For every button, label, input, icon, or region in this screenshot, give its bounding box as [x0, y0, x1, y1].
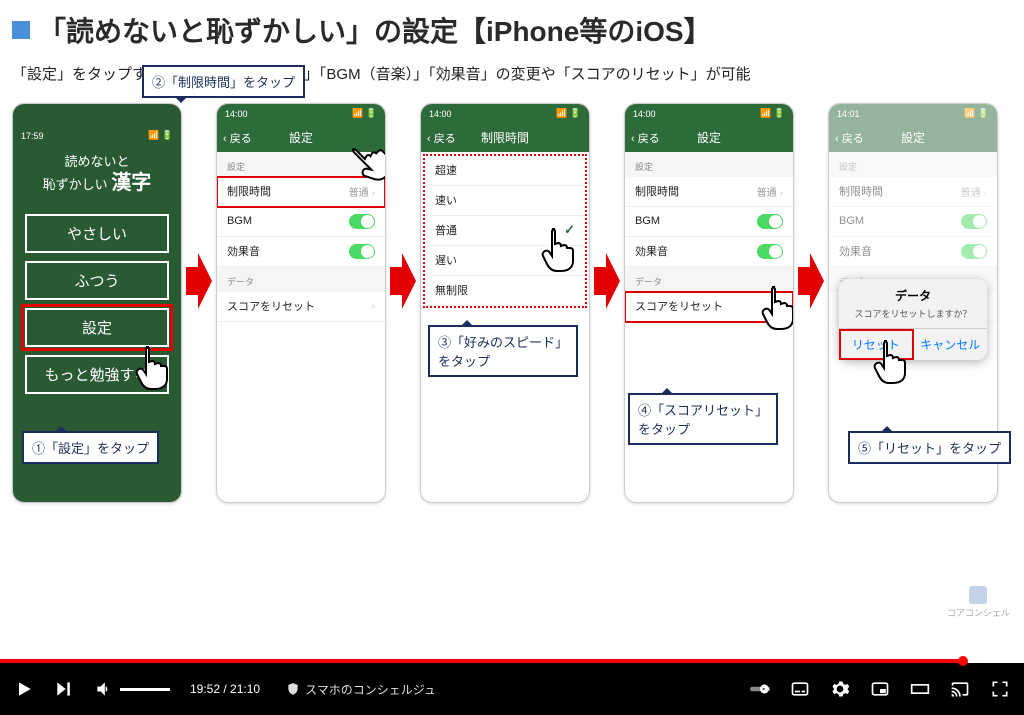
section-header: 設定 [625, 152, 793, 177]
time-limit-row[interactable]: 制限時間普通› [829, 177, 997, 207]
miniplayer-button[interactable] [870, 679, 890, 699]
theater-button[interactable] [910, 679, 930, 699]
volume-slider[interactable] [120, 688, 170, 691]
cast-button[interactable] [950, 679, 970, 699]
next-button[interactable] [54, 679, 74, 699]
arrow-icon [798, 253, 824, 309]
pointer-hand-icon [539, 224, 581, 274]
sfx-row[interactable]: 効果音 [217, 237, 385, 267]
reset-score-row[interactable]: スコアをリセット› [217, 292, 385, 322]
pointer-hand-icon [759, 282, 794, 332]
dialog-title: データ [839, 287, 987, 304]
phone-screen-2: 14:00📶 🔋 ‹ 戻る設定 設定 制限時間普通› BGM 効果音 データ ス… [216, 103, 386, 503]
status-icons: 📶 🔋 [760, 108, 785, 119]
status-icons: 📶 🔋 [556, 108, 581, 119]
phone-screen-3: 14:00📶 🔋 ‹ 戻る制限時間 超速 速い 普通✓ 遅い 無制限 [420, 103, 590, 503]
back-button[interactable]: ‹ 戻る [835, 130, 864, 146]
reset-dialog: データ スコアをリセットしますか？ リセット キャンセル [839, 279, 987, 360]
bgm-row[interactable]: BGM [217, 207, 385, 237]
time-limit-row[interactable]: 制限時間普通› [217, 177, 385, 207]
toggle-on-icon[interactable] [757, 214, 783, 229]
arrow-icon [390, 253, 416, 309]
callout-5: ⑤「リセット」をタップ [848, 431, 1011, 464]
back-button[interactable]: ‹ 戻る [427, 130, 456, 146]
cancel-button[interactable]: キャンセル [914, 329, 988, 360]
status-icons: 📶 🔋 [964, 108, 989, 119]
status-time: 14:00 [225, 109, 248, 119]
dialog-message: スコアをリセットしますか？ [839, 307, 987, 320]
callout-3: ③「好みのスピード」 をタップ [428, 325, 578, 377]
bgm-row[interactable]: BGM [829, 207, 997, 237]
easy-button[interactable]: やさしい [25, 214, 169, 253]
status-icons: 📶 🔋 [148, 130, 173, 141]
pointer-hand-icon [871, 336, 913, 386]
nav-title: 制限時間 [481, 129, 529, 146]
status-time: 14:01 [837, 109, 860, 119]
fullscreen-button[interactable] [990, 679, 1010, 699]
volume-icon [94, 679, 114, 699]
arrow-icon [186, 253, 212, 309]
arrow-icon [594, 253, 620, 309]
nav-title: 設定 [289, 129, 313, 146]
callout-4: ④「スコアリセット」 をタップ [628, 393, 778, 445]
bgm-row[interactable]: BGM [625, 207, 793, 237]
status-time: 17:59 [21, 131, 44, 141]
back-button[interactable]: ‹ 戻る [631, 130, 660, 146]
channel-link[interactable]: スマホのコンシェルジュ [286, 681, 436, 698]
play-button[interactable] [14, 679, 34, 699]
section-header: データ [217, 267, 385, 292]
volume-control[interactable] [94, 679, 170, 699]
app-logo: 読めないと 恥ずかしい 漢字 [13, 154, 181, 197]
section-header: 設定 [829, 152, 997, 177]
toggle-on-icon[interactable] [961, 214, 987, 229]
status-time: 14:00 [429, 109, 452, 119]
speed-option[interactable]: 速い [425, 186, 585, 216]
pointer-hand-icon [133, 342, 175, 392]
speed-option[interactable]: 超速 [425, 156, 585, 186]
watermark-icon [969, 586, 987, 604]
nav-title: 設定 [697, 129, 721, 146]
speed-option[interactable]: 無制限 [425, 276, 585, 306]
captions-button[interactable] [790, 679, 810, 699]
callout-1: ①「設定」をタップ [22, 431, 159, 464]
nav-title: 設定 [901, 129, 925, 146]
back-button[interactable]: ‹ 戻る [223, 130, 252, 146]
time-limit-row[interactable]: 制限時間普通› [625, 177, 793, 207]
status-icons: 📶 🔋 [352, 108, 377, 119]
toggle-on-icon[interactable] [961, 244, 987, 259]
slide-title: 「読めないと恥ずかしい」の設定【iPhone等のiOS】 [38, 10, 712, 50]
status-time: 14:00 [633, 109, 656, 119]
autoplay-toggle[interactable] [750, 679, 770, 699]
toggle-on-icon[interactable] [757, 244, 783, 259]
sfx-row[interactable]: 効果音 [829, 237, 997, 267]
watermark: コアコンシェル [947, 586, 1010, 619]
settings-button[interactable] [830, 679, 850, 699]
time-display: 19:52 / 21:10 [190, 682, 260, 696]
title-marker [12, 21, 30, 39]
callout-2: ②「制限時間」をタップ [142, 65, 305, 98]
toggle-on-icon[interactable] [349, 214, 375, 229]
shield-icon [286, 681, 300, 697]
sfx-row[interactable]: 効果音 [625, 237, 793, 267]
normal-button[interactable]: ふつう [25, 261, 169, 300]
toggle-on-icon[interactable] [349, 244, 375, 259]
